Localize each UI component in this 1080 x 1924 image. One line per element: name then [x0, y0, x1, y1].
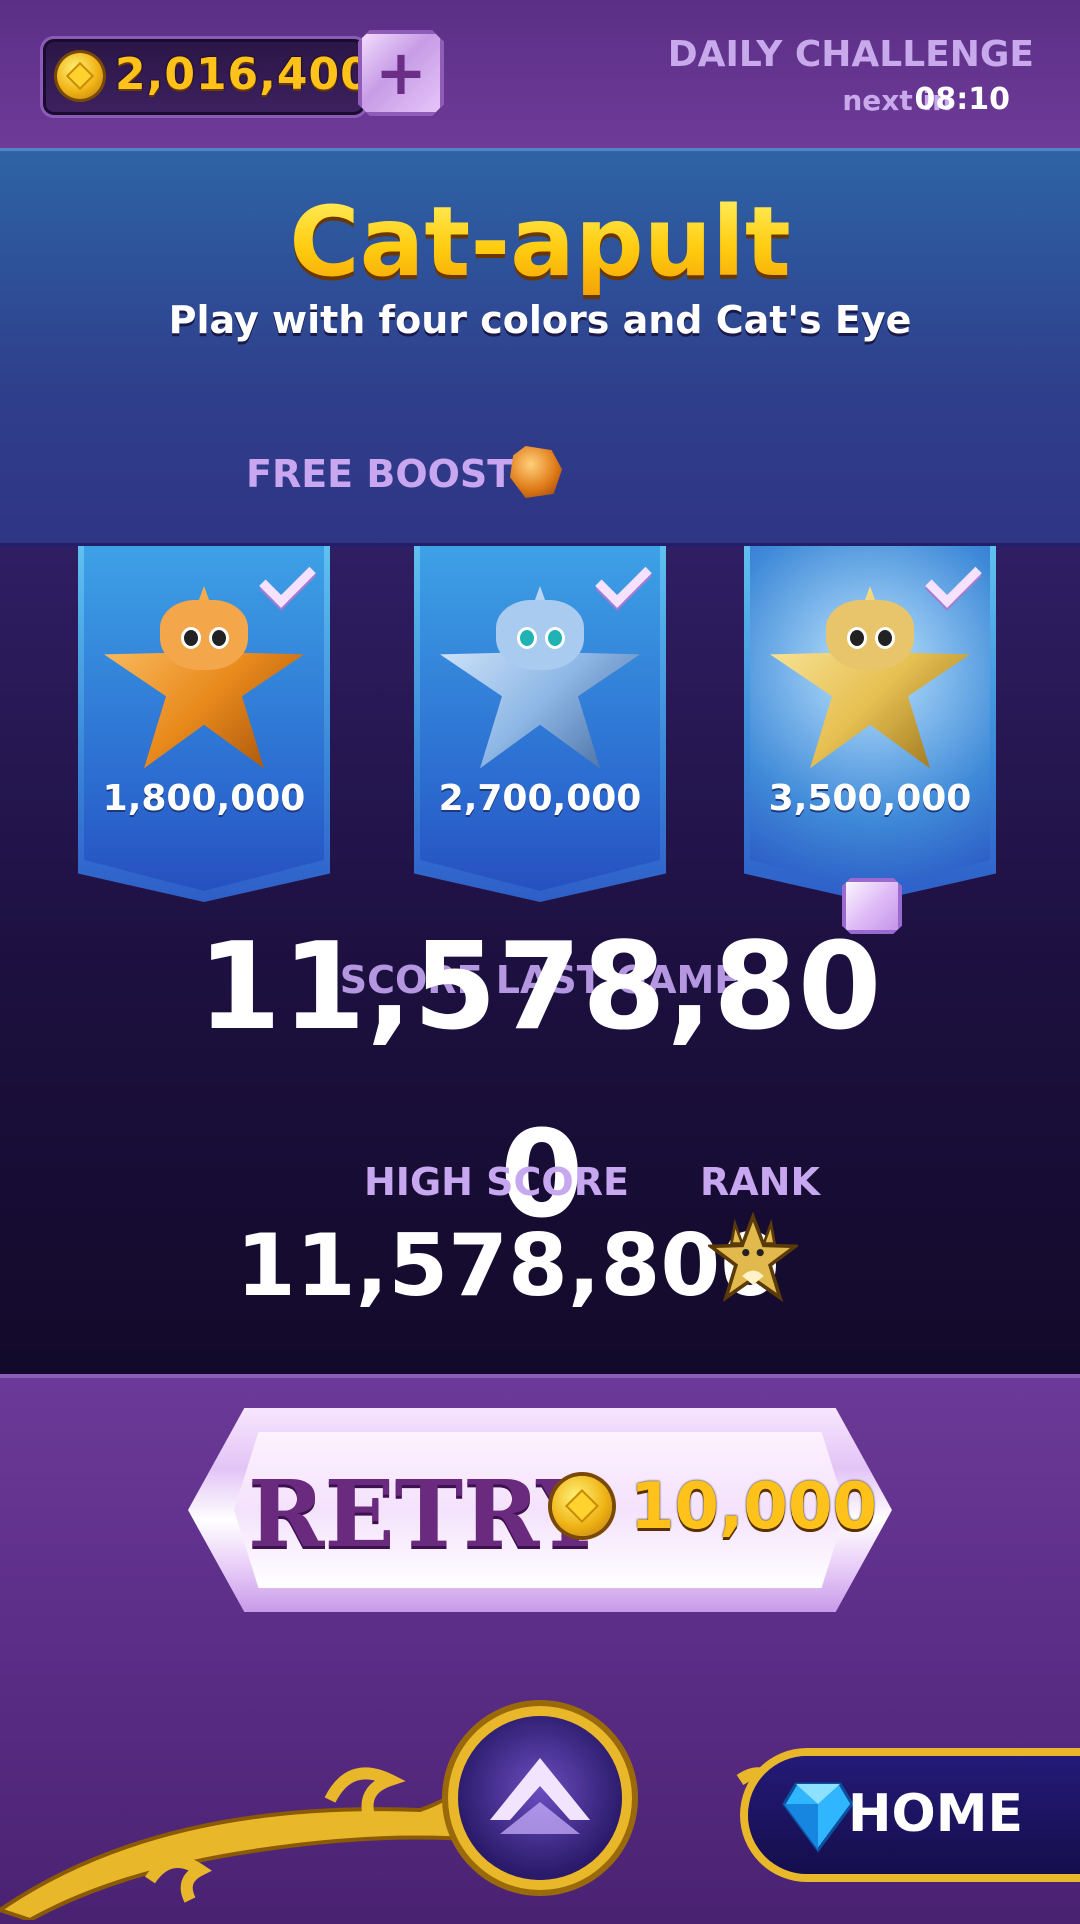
challenge-title: Cat-apult: [0, 186, 1080, 298]
retry-cost: 10,000: [630, 1470, 877, 1544]
high-score-value: 11,578,800: [236, 1216, 781, 1316]
tier-banner-gold: 3,500,000: [744, 546, 996, 902]
tier-score: 1,800,000: [102, 778, 306, 819]
high-score-label: HIGH SCORE: [364, 1160, 629, 1204]
chevron-up-icon: [490, 1758, 590, 1834]
rank-cat-star-icon: [708, 1212, 798, 1303]
daily-challenge-title: DAILY CHALLENGE: [667, 34, 1034, 75]
challenge-subtitle: Play with four colors and Cat's Eye: [168, 298, 912, 342]
rank-label: RANK: [700, 1160, 820, 1204]
free-boosts-label: FREE BOOSTS: [246, 452, 541, 496]
tier-score: 2,700,000: [438, 778, 642, 819]
score-last-game-value: 11,578,80: [197, 918, 883, 1057]
tier-banner-silver: 2,700,000: [414, 546, 666, 902]
buy-coins-button[interactable]: +: [358, 30, 444, 116]
tier-score: 3,500,000: [768, 778, 972, 819]
home-label: HOME: [848, 1784, 1023, 1844]
coin-icon: [552, 1476, 612, 1536]
coin-icon: [57, 53, 103, 99]
countdown-timer: 08:10: [914, 82, 1011, 117]
up-arrow-button[interactable]: [458, 1716, 622, 1880]
tier-banner-bronze: 1,800,000: [78, 546, 330, 902]
diamond-icon: [782, 1782, 854, 1853]
plus-icon: +: [375, 36, 427, 109]
coin-balance: 2,016,400: [40, 36, 371, 118]
coin-count: 2,016,400: [115, 49, 372, 100]
retry-label: RETRY: [248, 1460, 603, 1568]
